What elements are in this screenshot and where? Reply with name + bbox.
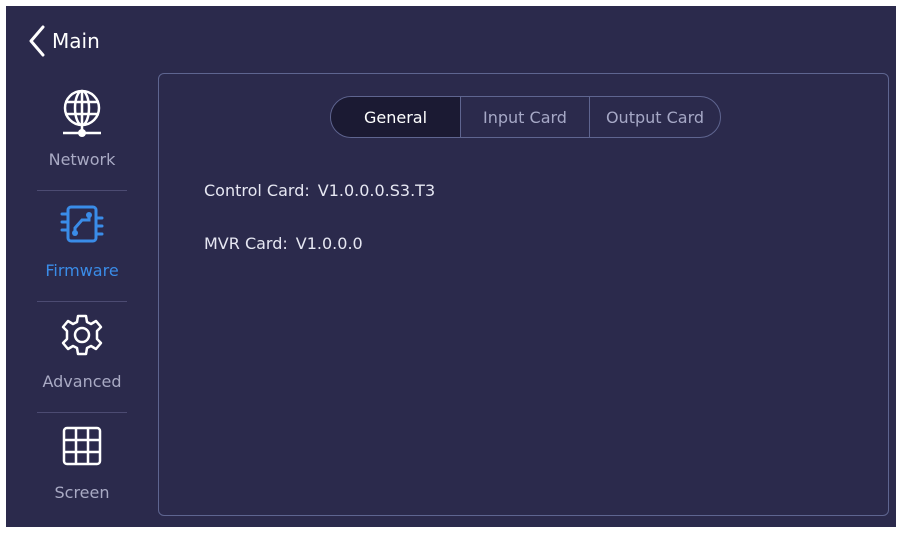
firmware-panel: General Input Card Output Card Control C… [158, 73, 889, 516]
sidebar-item-label: Screen [54, 483, 110, 502]
mvr-card-version: V1.0.0.0 [295, 234, 363, 253]
sidebar-item-screen[interactable]: Screen [30, 413, 134, 523]
sidebar: Network Firmware Advanced Screen [30, 80, 134, 523]
mvr-card-row: MVR Card: V1.0.0.0 [204, 234, 363, 253]
sidebar-item-firmware[interactable]: Firmware [30, 191, 134, 301]
back-button[interactable]: Main [28, 24, 100, 58]
grid-icon [57, 421, 107, 471]
globe-network-icon [57, 88, 107, 138]
app-screen: Main Network Firmware Advanced Screen Ge… [6, 6, 896, 527]
control-card-version: V1.0.0.0.S3.T3 [317, 181, 436, 200]
gear-icon [57, 310, 107, 360]
sidebar-item-label: Network [48, 150, 116, 169]
tab-input-card[interactable]: Input Card [460, 97, 589, 137]
mvr-card-label: MVR Card: [204, 234, 288, 253]
sidebar-item-network[interactable]: Network [30, 80, 134, 190]
tab-output-card[interactable]: Output Card [589, 97, 720, 137]
tab-bar: General Input Card Output Card [330, 96, 721, 138]
circuit-board-icon [57, 199, 107, 249]
control-card-label: Control Card: [204, 181, 310, 200]
control-card-row: Control Card: V1.0.0.0.S3.T3 [204, 181, 435, 200]
sidebar-item-label: Advanced [42, 372, 122, 391]
sidebar-item-label: Firmware [45, 261, 119, 280]
tab-general[interactable]: General [331, 97, 460, 137]
back-label: Main [52, 29, 100, 53]
sidebar-item-advanced[interactable]: Advanced [30, 302, 134, 412]
chevron-left-icon [28, 25, 46, 57]
